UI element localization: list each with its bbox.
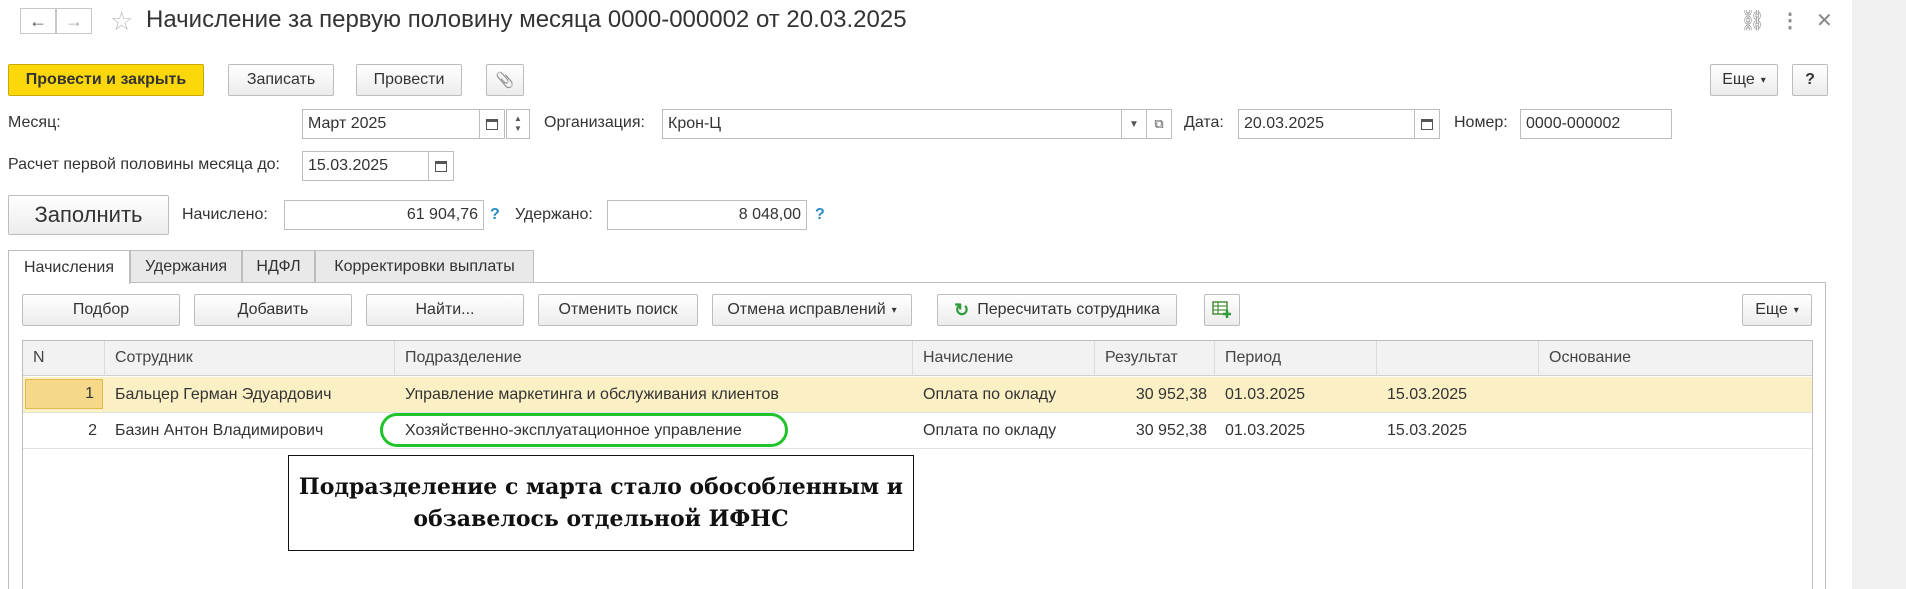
link-icon[interactable]: ⛓	[1740, 8, 1765, 33]
highlight-oval	[380, 413, 788, 447]
organization-label: Организация:	[544, 114, 645, 131]
spin-down-icon: ▼	[514, 124, 522, 133]
cancel-corrections-button[interactable]: Отмена исправлений ▾	[712, 294, 912, 326]
result-cell: 30 952,38	[1135, 421, 1207, 439]
more-button-label: Еще	[1722, 71, 1755, 88]
column-header-employee[interactable]: Сотрудник	[105, 341, 395, 376]
favorite-star-icon[interactable]: ☆	[110, 6, 133, 37]
more-button[interactable]: Еще ▾	[1710, 64, 1778, 96]
date-label: Дата:	[1184, 114, 1224, 131]
date-calendar-button[interactable]	[1414, 109, 1440, 139]
column-header-basis[interactable]: Основание	[1539, 341, 1812, 376]
result-cell: 30 952,38	[1135, 385, 1207, 403]
more-actions-icon[interactable]: ⋮	[1780, 8, 1800, 33]
select-button[interactable]: Подбор	[22, 294, 180, 326]
tab-accruals[interactable]: Начисления	[8, 250, 130, 284]
tab-withholdings[interactable]: Удержания	[130, 250, 242, 283]
table-settings-button[interactable]	[1204, 294, 1240, 326]
chevron-down-icon: ▾	[1793, 304, 1799, 316]
calendar-icon	[486, 118, 498, 130]
calendar-icon	[1421, 118, 1433, 130]
accrual-cell: Оплата по окладу	[923, 385, 1057, 403]
withheld-label: Удержано:	[515, 206, 593, 223]
table-row[interactable]: 1 Бальцер Герман Эдуардович Управление м…	[23, 377, 1812, 413]
post-and-close-button[interactable]: Провести и закрыть	[8, 64, 204, 96]
column-header-result[interactable]: Результат	[1095, 341, 1215, 376]
column-header-n[interactable]: N	[23, 341, 105, 376]
organization-field[interactable]: Крон-Ц	[662, 109, 1122, 139]
organization-dropdown-button[interactable]: ▼	[1121, 109, 1147, 139]
find-button[interactable]: Найти...	[366, 294, 524, 326]
date-field[interactable]: 20.03.2025	[1238, 109, 1416, 139]
forward-button[interactable]: →	[56, 8, 92, 34]
calc-until-field[interactable]: 15.03.2025	[302, 151, 430, 181]
forward-arrow-icon: →	[65, 10, 83, 31]
right-scroll-area	[1852, 0, 1906, 589]
month-calendar-button[interactable]	[479, 109, 505, 139]
recalculate-employee-label: Пересчитать сотрудника	[977, 301, 1160, 318]
row-number: 1	[25, 379, 103, 409]
basis-cell	[1539, 377, 1812, 412]
recalculate-employee-button[interactable]: ↻ Пересчитать сотрудника	[937, 294, 1177, 326]
accrued-field[interactable]: 61 904,76	[284, 200, 484, 230]
period-end-cell: 15.03.2025	[1387, 421, 1468, 439]
page-title: Начисление за первую половину месяца 000…	[146, 6, 907, 33]
chevron-down-icon: ▼	[1129, 118, 1139, 130]
refresh-icon: ↻	[954, 299, 970, 320]
column-header-accrual[interactable]: Начисление	[913, 341, 1095, 376]
close-icon[interactable]: ✕	[1816, 8, 1833, 33]
period-start-cell: 01.03.2025	[1225, 421, 1306, 439]
tab-payment-corrections[interactable]: Корректировки выплаты	[315, 250, 534, 283]
annotation-callout: Подразделение с марта стало обособленным…	[288, 455, 914, 551]
accrual-cell: Оплата по окладу	[923, 421, 1057, 439]
accrued-help-icon[interactable]: ?	[490, 206, 500, 224]
fill-button[interactable]: Заполнить	[8, 195, 169, 235]
withheld-help-icon[interactable]: ?	[815, 206, 825, 224]
calc-until-label: Расчет первой половины месяца до:	[8, 156, 280, 173]
back-button[interactable]: ←	[20, 8, 56, 34]
chevron-down-icon: ▾	[1760, 74, 1766, 86]
basis-cell	[1539, 413, 1812, 448]
help-button[interactable]: ?	[1792, 64, 1828, 96]
row-number: 2	[88, 421, 97, 439]
add-button[interactable]: Добавить	[194, 294, 352, 326]
department-cell: Управление маркетинга и обслуживания кли…	[405, 385, 779, 403]
chevron-down-icon: ▾	[891, 304, 897, 316]
month-field[interactable]: Март 2025	[302, 109, 480, 139]
annotation-line-1: Подразделение с марта стало обособленным…	[298, 474, 904, 500]
calc-until-calendar-button[interactable]	[428, 151, 454, 181]
table-more-label: Еще	[1755, 301, 1788, 318]
annotation-line-2: обзавелось отдельной ИФНС	[413, 506, 789, 532]
employee-cell: Бальцер Герман Эдуардович	[115, 385, 332, 403]
period-end-cell: 15.03.2025	[1387, 385, 1468, 403]
cancel-corrections-label: Отмена исправлений	[727, 301, 886, 318]
back-arrow-icon: ←	[29, 10, 47, 31]
column-header-period[interactable]: Период	[1215, 341, 1377, 376]
table-more-button[interactable]: Еще ▾	[1742, 294, 1812, 326]
month-label: Месяц:	[8, 114, 61, 131]
period-start-cell: 01.03.2025	[1225, 385, 1306, 403]
attach-button[interactable]: 📎	[486, 64, 524, 96]
number-label: Номер:	[1454, 114, 1508, 131]
post-button[interactable]: Провести	[356, 64, 462, 96]
open-icon: ⧉	[1154, 116, 1164, 131]
accrued-label: Начислено:	[182, 206, 268, 223]
month-spinner[interactable]: ▲ ▼	[506, 109, 530, 139]
organization-open-button[interactable]: ⧉	[1146, 109, 1172, 139]
number-field[interactable]: 0000-000002	[1520, 109, 1672, 139]
column-header-department[interactable]: Подразделение	[395, 341, 913, 376]
save-button[interactable]: Записать	[228, 64, 334, 96]
cancel-search-button[interactable]: Отменить поиск	[538, 294, 698, 326]
calendar-icon	[435, 160, 447, 172]
table-add-icon	[1212, 301, 1231, 318]
spin-up-icon: ▲	[514, 114, 522, 123]
table-row[interactable]: 2 Базин Антон Владимирович Хозяйственно-…	[23, 413, 1812, 449]
column-header-period-end[interactable]	[1377, 341, 1539, 376]
withheld-field[interactable]: 8 048,00	[607, 200, 807, 230]
employee-cell: Базин Антон Владимирович	[115, 421, 324, 439]
paperclip-icon: 📎	[495, 72, 515, 89]
tab-ndfl[interactable]: НДФЛ	[242, 250, 315, 283]
